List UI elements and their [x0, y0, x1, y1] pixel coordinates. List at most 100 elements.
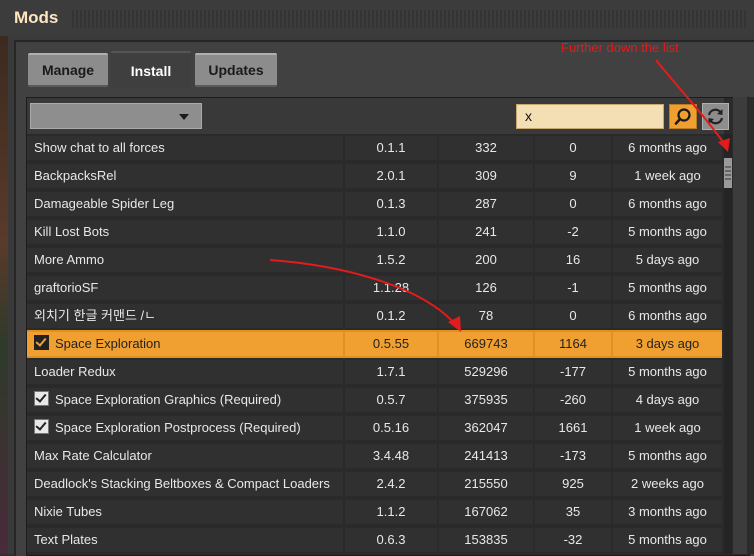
mod-version-cell: 0.5.16 — [345, 416, 437, 440]
table-row[interactable]: BackpacksRel 2.0.1 309 9 1 week ago — [27, 162, 722, 190]
mod-score-cell: 16 — [535, 248, 611, 272]
mod-version-cell-text: 2.4.2 — [376, 476, 406, 491]
mod-name-cell-text: Loader Redux — [34, 364, 116, 379]
tab-install[interactable]: Install — [111, 51, 191, 89]
installed-checkmark-icon — [34, 335, 49, 350]
mod-name-cell: Loader Redux — [27, 360, 343, 384]
mod-downloads-cell: 309 — [439, 164, 533, 188]
table-row[interactable]: Kill Lost Bots 1.1.0 241 -2 5 months ago — [27, 218, 722, 246]
table-row[interactable]: Max Rate Calculator 3.4.48 241413 -173 5 mon… — [27, 442, 722, 470]
mod-version-cell-text: 0.5.7 — [376, 392, 406, 407]
mod-updated-cell-text: 5 months ago — [628, 448, 707, 463]
table-row[interactable]: Damageable Spider Leg 0.1.3 287 0 6 months a… — [27, 190, 722, 218]
mod-downloads-cell-text: 126 — [475, 280, 497, 295]
mod-version-cell-text: 1.1.0 — [376, 224, 406, 239]
mod-updated-cell: 3 months ago — [613, 500, 722, 524]
filter-dropdown[interactable] — [30, 103, 202, 129]
mod-version-cell: 3.4.48 — [345, 444, 437, 468]
mod-updated-cell-text: 3 days ago — [635, 336, 700, 351]
mod-name-cell-text: Max Rate Calculator — [34, 448, 152, 463]
mod-version-cell-text: 0.5.16 — [372, 420, 410, 435]
mod-updated-cell: 5 months ago — [613, 276, 722, 300]
mod-name-cell-text: BackpacksRel — [34, 168, 117, 183]
mod-downloads-cell: 241413 — [439, 444, 533, 468]
mod-version-cell: 1.1.2 — [345, 500, 437, 524]
mod-score-cell-text: 0 — [569, 196, 577, 211]
mod-downloads-cell: 153835 — [439, 528, 533, 552]
mod-version-cell: 2.0.1 — [345, 164, 437, 188]
title-bar[interactable]: Mods — [0, 0, 754, 36]
mod-score-cell: -177 — [535, 360, 611, 384]
mod-score-cell: 35 — [535, 500, 611, 524]
mod-updated-cell: 5 months ago — [613, 444, 722, 468]
mod-score-cell-text: -2 — [567, 224, 579, 239]
mod-version-cell: 1.5.2 — [345, 248, 437, 272]
mod-version-cell-text: 1.7.1 — [376, 364, 406, 379]
table-row[interactable]: Space Exploration 0.5.55 669743 1164 3 days … — [27, 330, 722, 358]
table-row[interactable]: Text Plates 0.6.3 153835 -32 5 months ago — [27, 526, 722, 554]
annotation-label: Further down the list — [561, 40, 679, 55]
mod-updated-cell: 6 months ago — [613, 136, 722, 160]
mod-version-cell: 0.5.55 — [345, 332, 437, 356]
mod-downloads-cell: 200 — [439, 248, 533, 272]
mod-name-cell-text: Space Exploration Postprocess (Required) — [55, 420, 301, 435]
mod-score-cell-text: 925 — [562, 476, 584, 491]
mod-updated-cell: 5 months ago — [613, 220, 722, 244]
mod-updated-cell-text: 1 week ago — [634, 168, 701, 183]
table-row[interactable]: 외치기 한글 커맨드 /ㄴ 0.1.2 78 0 6 months ago — [27, 302, 722, 330]
search-input[interactable]: x — [516, 104, 664, 129]
window-title: Mods — [14, 8, 59, 27]
table-row[interactable]: More Ammo 1.5.2 200 16 5 days ago — [27, 246, 722, 274]
mod-updated-cell-text: 6 months ago — [628, 140, 707, 155]
table-row[interactable]: Loader Redux 1.7.1 529296 -177 5 months ago — [27, 358, 722, 386]
title-drag-handle[interactable] — [72, 10, 748, 28]
table-row[interactable]: graftorioSF 1.1.28 126 -1 5 months ago — [27, 274, 722, 302]
refresh-button[interactable] — [702, 103, 729, 130]
mod-version-cell-text: 0.1.2 — [376, 308, 406, 323]
mod-downloads-cell-text: 167062 — [464, 504, 508, 519]
mod-updated-cell-text: 3 months ago — [628, 504, 707, 519]
mod-downloads-cell: 241 — [439, 220, 533, 244]
mod-score-cell-text: 1661 — [558, 420, 588, 435]
installed-checkmark-icon — [34, 419, 49, 434]
search-button[interactable] — [669, 104, 697, 129]
mod-downloads-cell-text: 362047 — [464, 420, 508, 435]
mod-name-cell: Deadlock's Stacking Beltboxes & Compact … — [27, 472, 343, 496]
mod-name-cell-text: Show chat to all forces — [34, 140, 165, 155]
table-row[interactable]: Nixie Tubes 1.1.2 167062 35 3 months ago — [27, 498, 722, 526]
mod-score-cell: 0 — [535, 136, 611, 160]
mod-downloads-cell-text: 669743 — [464, 336, 508, 351]
scrollbar-thumb[interactable] — [724, 158, 732, 188]
table-row[interactable]: Space Exploration Graphics (Required) 0.5… — [27, 386, 722, 414]
right-panel-edge — [748, 97, 754, 554]
table-row[interactable]: Show chat to all forces 0.1.1 332 0 6 months… — [27, 134, 722, 162]
mod-downloads-cell: 167062 — [439, 500, 533, 524]
table-row[interactable]: Space Exploration Postprocess (Required)… — [27, 414, 722, 442]
mod-name-cell-text: graftorioSF — [34, 280, 99, 295]
installed-checkmark-icon — [34, 391, 49, 406]
mod-version-cell: 1.7.1 — [345, 360, 437, 384]
tab-updates-label: Updates — [208, 62, 264, 78]
tab-updates[interactable]: Updates — [195, 53, 277, 87]
mod-version-cell: 1.1.28 — [345, 276, 437, 300]
scrollbar-track[interactable] — [724, 134, 732, 554]
mod-score-cell-text: -260 — [559, 392, 587, 407]
refresh-icon — [707, 108, 724, 125]
mod-downloads-cell-text: 241 — [475, 224, 497, 239]
mod-downloads-cell: 669743 — [439, 332, 533, 356]
mod-updated-cell-text: 1 week ago — [634, 420, 701, 435]
mod-downloads-cell: 78 — [439, 304, 533, 328]
table-row[interactable]: Deadlock's Stacking Beltboxes & Compact … — [27, 470, 722, 498]
mod-updated-cell: 5 months ago — [613, 528, 722, 552]
mod-updated-cell: 1 week ago — [613, 164, 722, 188]
mod-downloads-cell-text: 309 — [475, 168, 497, 183]
mod-updated-cell: 1 week ago — [613, 416, 722, 440]
mod-version-cell-text: 1.1.2 — [376, 504, 406, 519]
mod-version-cell: 0.1.1 — [345, 136, 437, 160]
mod-downloads-cell: 375935 — [439, 388, 533, 412]
mod-updated-cell-text: 5 months ago — [628, 532, 707, 547]
mod-name-cell-text: Space Exploration — [55, 336, 161, 351]
mod-updated-cell-text: 5 days ago — [635, 252, 700, 267]
tab-manage[interactable]: Manage — [28, 53, 108, 87]
mod-updated-cell-text: 4 days ago — [635, 392, 700, 407]
